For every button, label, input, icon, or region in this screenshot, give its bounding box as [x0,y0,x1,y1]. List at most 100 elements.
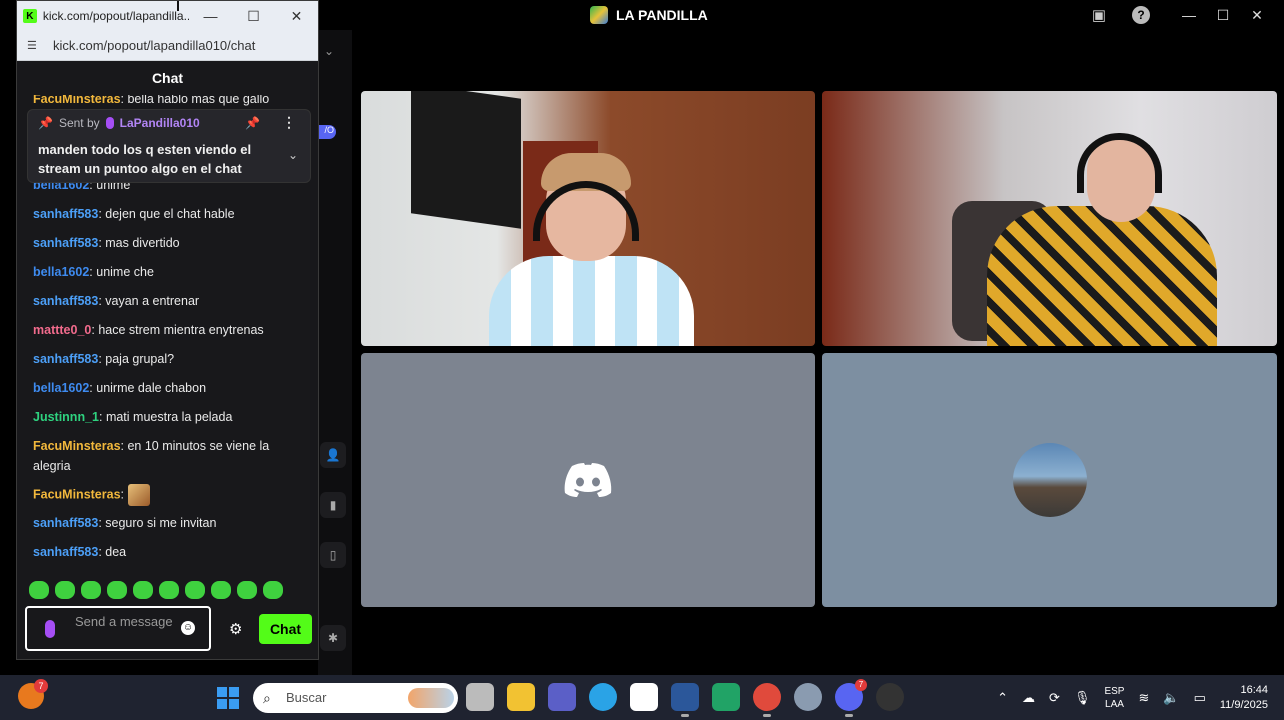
discord-sidebar-strip: ⌄ /O 👤 ▮ ▯ ✱ [318,30,352,675]
mic-badge-icon [45,620,55,638]
video-tile-user-1[interactable] [361,91,815,346]
help-icon[interactable]: ? [1132,6,1150,24]
chat-text: : dea [98,545,127,559]
chat-message: bella1602: unime che [33,262,303,282]
add-user-icon[interactable]: 👤 [320,442,346,468]
discord-app-icon[interactable]: 7 [835,679,867,717]
settings-icon[interactable]: ✱ [320,625,346,651]
cloud-weather-icon[interactable]: ☁ [1022,690,1035,706]
chat-username[interactable]: sanhaff583 [33,207,98,221]
emote-button[interactable] [81,581,101,599]
kick-address-bar[interactable]: ☰ kick.com/popout/lapandilla010/chat [17,31,318,61]
settings-app-icon[interactable] [794,683,822,711]
kick-chat-popout: K kick.com/popout/lapandilla... — ☐ ✕ ☰ … [16,0,319,660]
inbox-icon[interactable]: ▣ [1088,4,1110,26]
tv-in-background [411,91,521,229]
server-title: LA PANDILLA [590,6,708,24]
search-icon: ⌕ [263,690,271,706]
pinned-text: manden todo los q esten viendo el stream… [38,142,252,176]
emote-button[interactable] [211,581,231,599]
pin-icon: 📌 [38,116,53,130]
battery-icon[interactable]: ▭ [1194,690,1206,706]
chat-username[interactable]: FacuMinsteras [33,487,121,501]
person-shirt [987,206,1217,346]
chat-message: sanhaff583: paja grupal? [33,349,303,369]
wifi-icon[interactable]: ≋ [1138,690,1149,706]
teams-icon[interactable] [548,683,576,711]
video-tile-user-2[interactable] [822,91,1277,346]
video-tile-user-4[interactable] [822,353,1277,607]
kick-favicon-icon: K [23,9,37,23]
task-view-icon[interactable] [466,683,494,711]
minimize-button[interactable]: — [1172,4,1206,26]
emote-button[interactable] [185,581,205,599]
language-indicator[interactable]: ESP LAA [1104,685,1124,711]
chat-username[interactable]: sanhaff583 [33,545,98,559]
chat-message: sanhaff583: seguro si me invitan [33,513,303,533]
emoji-picker-icon[interactable]: ☺ [181,621,195,635]
chat-username[interactable]: sanhaff583 [33,352,98,366]
chat-message: sanhaff583: vayan a entrenar [33,291,303,311]
site-settings-icon[interactable]: ☰ [27,39,41,52]
camera-icon[interactable]: ▮ [320,492,346,518]
obs-icon[interactable] [876,683,904,711]
edge-icon[interactable] [589,683,617,711]
chat-text: : mati muestra la pelada [99,410,233,424]
video-tile-user-3[interactable] [361,353,815,607]
excel-icon[interactable] [712,683,740,711]
kick-titlebar[interactable]: K kick.com/popout/lapandilla... — ☐ ✕ [17,1,318,31]
share-icon[interactable]: ▯ [320,542,346,568]
emote-button[interactable] [263,581,283,599]
chat-message: FacuMinsteras: bella hablo mas que gallo [33,95,303,109]
file-explorer-icon[interactable] [507,683,535,711]
emote-button[interactable] [133,581,153,599]
widgets-icon[interactable]: 7 [18,679,48,709]
sync-icon[interactable]: ⟳ [1049,690,1060,706]
kick-close-button[interactable]: ✕ [275,8,318,25]
chat-username[interactable]: Justinnn_1 [33,410,99,424]
emote-button[interactable] [237,581,257,599]
kick-maximize-button[interactable]: ☐ [232,8,275,25]
send-chat-button[interactable]: Chat [259,614,312,644]
chat-username[interactable]: sanhaff583 [33,516,98,530]
close-button[interactable]: ✕ [1240,4,1274,26]
chat-input[interactable]: Send a message ☺ [25,606,211,651]
emote-button[interactable] [159,581,179,599]
taskbar-apps: 7 [466,679,917,717]
maximize-button[interactable]: ☐ [1206,4,1240,26]
microphone-icon[interactable]: 🎙 [1074,690,1091,706]
pinned-username[interactable]: LaPandilla010 [120,116,200,130]
kick-minimize-button[interactable]: — [189,8,232,25]
chat-message: sanhaff583: mas divertido [33,233,303,253]
more-options-icon[interactable]: ⋮ [282,114,296,131]
discord-logo-icon [564,463,612,497]
quick-emote-bar [29,581,283,599]
chrome-icon[interactable] [753,683,781,717]
chevron-down-icon[interactable]: ⌄ [288,148,298,162]
discord-notification-badge: 7 [855,679,867,691]
start-button[interactable] [217,687,239,709]
chevron-down-icon[interactable]: ⌄ [324,44,334,58]
store-icon[interactable] [630,683,658,711]
pinned-message[interactable]: 📌 Sent by LaPandilla010 📌 ⋮ manden todo … [27,109,311,183]
chat-username[interactable]: bella1602 [33,381,89,395]
chat-username[interactable]: mattte0_0 [33,323,91,337]
emote-button[interactable] [107,581,127,599]
chat-username[interactable]: sanhaff583 [33,236,98,250]
volume-icon[interactable]: 🔈 [1163,690,1179,706]
chevron-up-icon[interactable]: ⌃ [997,690,1008,706]
clock[interactable]: 16:44 11/9/2025 [1220,683,1268,713]
chat-username[interactable]: FacuMinsteras [33,439,121,453]
clock-time: 16:44 [1240,683,1268,696]
word-icon[interactable] [671,683,699,717]
emote-button[interactable] [55,581,75,599]
emote-button[interactable] [29,581,49,599]
chat-input-placeholder: Send a message [75,614,173,629]
chat-username[interactable]: bella1602 [33,265,89,279]
keyboard-layout: LAA [1105,698,1124,710]
unpin-icon[interactable]: 📌 [245,116,260,130]
taskbar-search[interactable]: ⌕ Buscar [253,683,458,713]
chat-settings-gear-icon[interactable]: ⚙ [229,620,242,638]
chat-username[interactable]: sanhaff583 [33,294,98,308]
chat-username[interactable]: FacuMinsteras [33,95,121,106]
